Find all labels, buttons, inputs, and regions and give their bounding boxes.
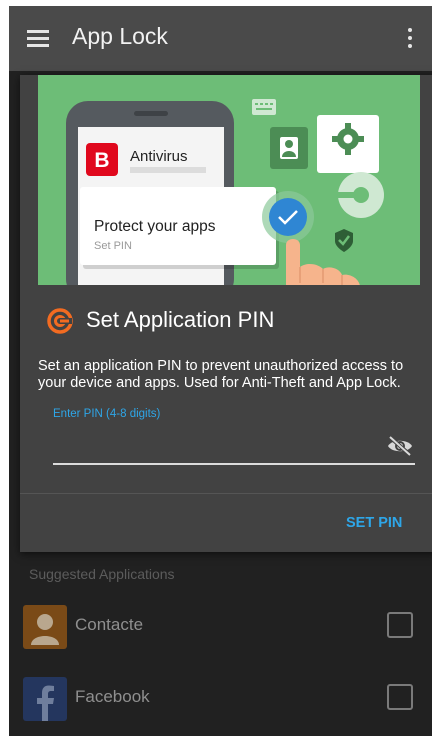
pin-field-label: Enter PIN (4-8 digits): [53, 408, 161, 420]
protect-apps-illustration: B Antivirus Protect your apps Set PIN: [38, 75, 420, 285]
hero-card-subtitle: Set PIN: [94, 240, 132, 252]
brand-letter: B: [94, 149, 109, 172]
set-pin-button[interactable]: SET PIN: [346, 515, 402, 531]
list-item-facebook[interactable]: Facebook: [9, 669, 432, 729]
contacts-app-icon: [23, 605, 67, 649]
app-name: Facebook: [75, 687, 150, 706]
app-checkbox[interactable]: [387, 684, 413, 710]
dialog-divider: [20, 493, 432, 494]
list-item-contacte[interactable]: Contacte: [9, 597, 432, 657]
app-bar-title: App Lock: [72, 23, 168, 49]
dialog-title: Set Application PIN: [86, 307, 275, 332]
hero-app-name: Antivirus: [130, 148, 188, 165]
pin-input-underline: [53, 463, 415, 465]
app-screen: App Lock Suggested Applications Contacte…: [9, 6, 432, 736]
hamburger-menu-icon[interactable]: [27, 30, 49, 48]
app-name: Contacte: [75, 615, 144, 634]
dialog-description: Set an application PIN to prevent unauth…: [38, 358, 404, 391]
hero-card-title: Protect your apps: [94, 218, 216, 235]
eye-off-icon[interactable]: [386, 435, 414, 457]
pin-input[interactable]: [53, 430, 393, 458]
suggested-applications-heading: Suggested Applications: [29, 566, 175, 582]
bitdefender-logo-icon: [47, 308, 73, 334]
more-vertical-icon[interactable]: [405, 28, 415, 50]
facebook-app-icon: [23, 677, 67, 721]
app-bar: App Lock: [9, 6, 432, 71]
set-pin-dialog: B Antivirus Protect your apps Set PIN Se…: [20, 75, 432, 552]
app-checkbox[interactable]: [387, 612, 413, 638]
